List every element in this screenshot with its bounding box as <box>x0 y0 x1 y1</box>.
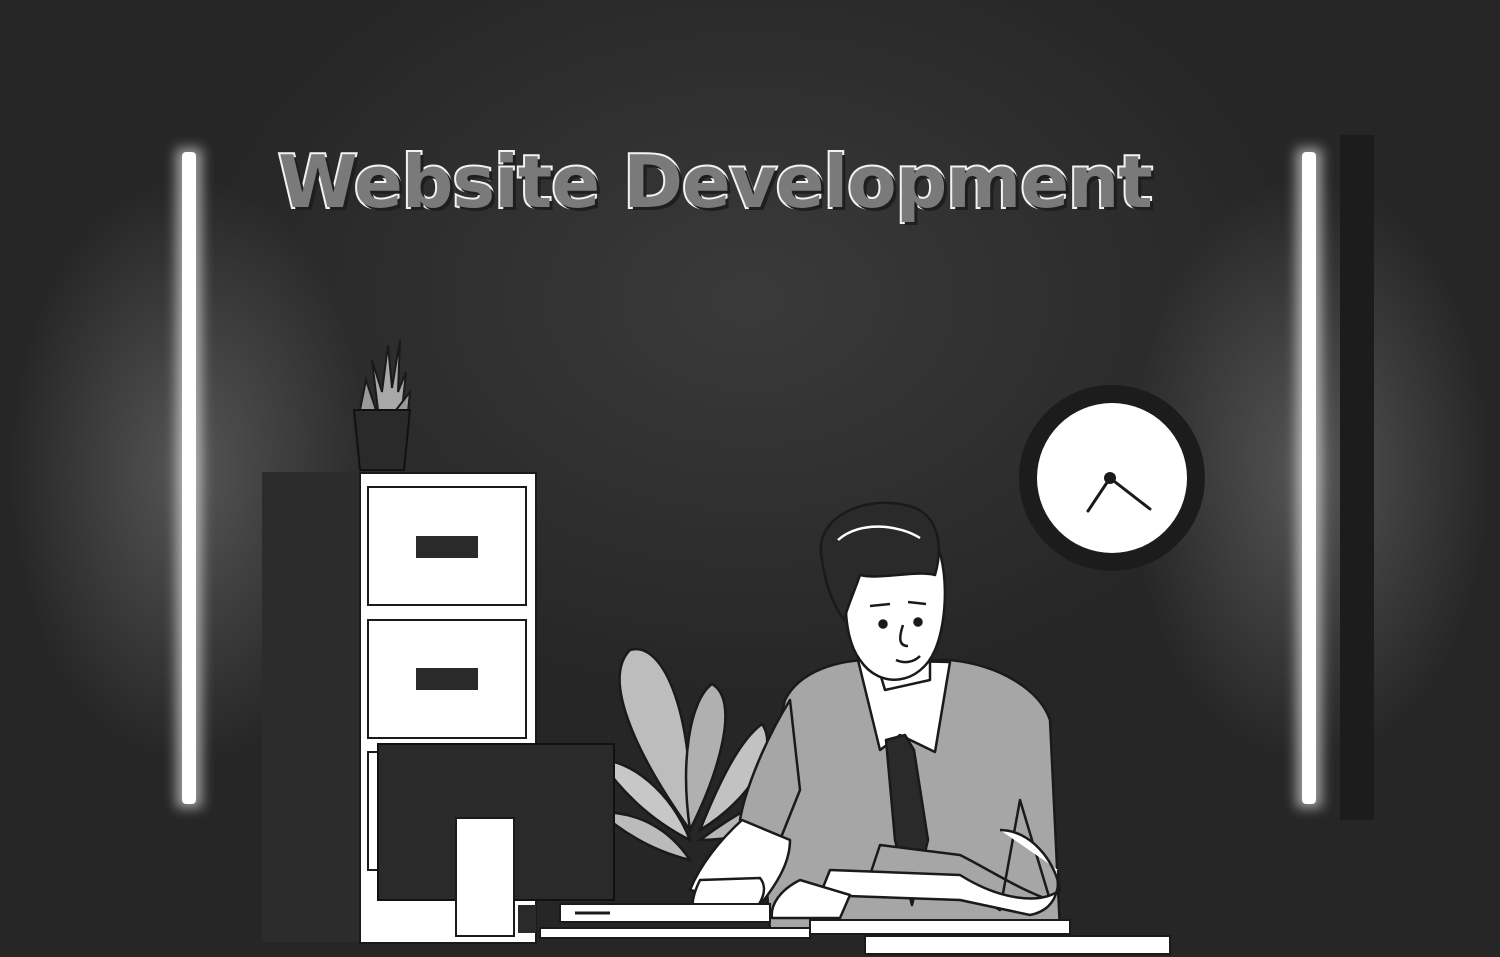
wall-clock-icon <box>1019 385 1205 571</box>
potted-plant-icon <box>352 339 412 471</box>
illustration-scene: Website Development <box>0 0 1500 957</box>
left-wall-light-icon <box>176 148 202 808</box>
office-worker-icon <box>688 501 1062 932</box>
illustration-art <box>176 135 1374 955</box>
keyboard-icon <box>559 903 771 923</box>
desk-papers-icon <box>539 919 1171 955</box>
right-wall-light-icon <box>1296 135 1374 820</box>
